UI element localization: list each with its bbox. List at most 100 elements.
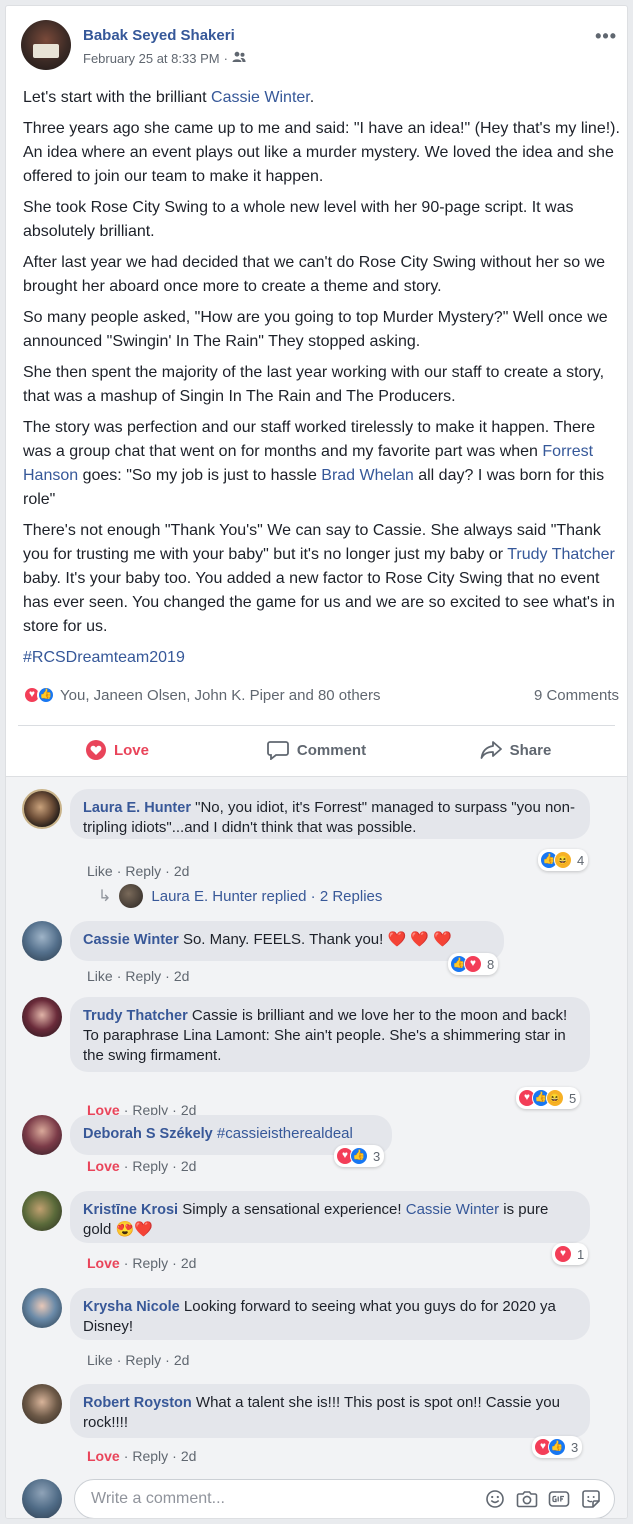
mention-cassie-winter[interactable]: Cassie Winter	[406, 1201, 499, 1218]
comment-bubble: Krysha Nicole Looking forward to seeing …	[70, 1288, 590, 1340]
commenter-name[interactable]: Laura E. Hunter	[83, 800, 191, 816]
reply-link[interactable]: Reply	[125, 863, 161, 879]
love-link[interactable]: Love	[87, 1158, 120, 1174]
comments-count[interactable]: 9 Comments	[534, 687, 619, 704]
love-icon	[85, 740, 106, 760]
avatar[interactable]	[22, 997, 62, 1037]
avatar[interactable]	[22, 921, 62, 961]
love-button[interactable]: Love	[18, 728, 217, 772]
comment-actions: Love · Reply · 2d	[87, 1255, 197, 1271]
comment-text: Simply a sensational experience!	[182, 1201, 406, 1218]
avatar[interactable]	[22, 1288, 62, 1328]
like-link[interactable]: Like	[87, 1352, 113, 1368]
reply-link[interactable]: Reply	[132, 1255, 168, 1271]
author-name[interactable]: Babak Seyed Shakeri	[83, 27, 235, 44]
post-meta: February 25 at 8:33 PM ·	[83, 51, 246, 66]
comment-reactions[interactable]: ♥ 👍 3	[532, 1436, 583, 1458]
love-link[interactable]: Love	[87, 1448, 120, 1464]
reactors-text[interactable]: You, Janeen Olsen, John K. Piper and 80 …	[60, 687, 381, 704]
commenter-name[interactable]: Deborah S Székely	[83, 1126, 213, 1142]
comment-text: So. Many. FEELS. Thank you! ❤️ ❤️ ❤️	[182, 931, 452, 948]
reaction-count: 4	[577, 852, 585, 868]
post-text: baby. It's your baby too. You added a ne…	[23, 570, 615, 635]
haha-reaction-icon: 😆	[554, 851, 572, 869]
post-text: .	[309, 89, 315, 106]
avatar	[119, 884, 144, 908]
mention-trudy-thatcher[interactable]: Trudy Thatcher	[507, 546, 615, 563]
gif-icon[interactable]	[548, 1488, 570, 1510]
like-reaction-icon: 👍	[37, 686, 55, 704]
post-timestamp[interactable]: February 25 at 8:33 PM	[83, 51, 220, 66]
more-options-icon[interactable]: •••	[595, 26, 617, 47]
mention-cassie-winter[interactable]: Cassie Winter	[211, 89, 310, 106]
comment-age[interactable]: 2d	[174, 968, 190, 984]
comment-label: Comment	[296, 741, 367, 759]
comment-button[interactable]: Comment	[217, 728, 416, 772]
reply-thread-link[interactable]: ↳ Laura E. Hunter replied · 2 Replies	[98, 884, 382, 908]
commenter-name[interactable]: Robert Royston	[83, 1395, 192, 1411]
avatar[interactable]	[22, 1191, 62, 1231]
author-avatar[interactable]	[21, 20, 71, 70]
comment-input-placeholder: Write a comment...	[91, 1490, 225, 1507]
post-body: Let's start with the brilliant Cassie Wi…	[23, 86, 623, 677]
comment-age[interactable]: 2d	[181, 1158, 197, 1174]
comment-input[interactable]: Write a comment...	[74, 1479, 615, 1518]
comment-age[interactable]: 2d	[181, 1255, 197, 1271]
comment-age[interactable]: 2d	[174, 1352, 190, 1368]
reaction-count: 3	[571, 1439, 579, 1455]
comment-age[interactable]: 2d	[181, 1448, 197, 1464]
comment-bubble: Robert Royston What a talent she is!!! T…	[70, 1384, 590, 1438]
post-paragraph: She then spent the majority of the last …	[23, 364, 605, 405]
post-card: Babak Seyed Shakeri February 25 at 8:33 …	[5, 5, 628, 1519]
post-text: The story was perfection and our staff w…	[23, 419, 596, 460]
comment-bubble: Trudy Thatcher Cassie is brilliant and w…	[70, 997, 590, 1072]
divider	[18, 725, 615, 726]
share-button[interactable]: Share	[416, 728, 615, 772]
comment-reactions[interactable]: ♥ 👍 😆 5	[516, 1087, 581, 1109]
post-header: Babak Seyed Shakeri February 25 at 8:33 …	[21, 20, 617, 70]
commenter-name[interactable]: Trudy Thatcher	[83, 1008, 188, 1024]
avatar[interactable]	[22, 789, 62, 829]
commenter-name[interactable]: Kristīne Krosi	[83, 1202, 178, 1218]
reply-link[interactable]: Reply	[132, 1448, 168, 1464]
like-reaction-icon: 👍	[548, 1438, 566, 1456]
reactions-summary: ♥ 👍 You, Janeen Olsen, John K. Piper and…	[23, 683, 619, 707]
reaction-count: 3	[373, 1148, 381, 1164]
comment-reactions[interactable]: ♥ 👍 3	[334, 1145, 385, 1167]
comment-actions: Love · Reply · 2d	[87, 1448, 197, 1464]
haha-reaction-icon: 😆	[546, 1089, 564, 1107]
sticker-icon[interactable]	[580, 1488, 602, 1510]
love-link[interactable]: Love	[87, 1255, 120, 1271]
hashtag-link[interactable]: #RCSDreamteam2019	[23, 649, 185, 666]
post-paragraph: She took Rose City Swing to a whole new …	[23, 199, 574, 240]
meta-separator: ·	[223, 51, 228, 66]
love-reaction-icon: ♥	[554, 1245, 572, 1263]
like-link[interactable]: Like	[87, 968, 113, 984]
comment-reactions[interactable]: 👍 ♥ 8	[448, 953, 499, 975]
commenter-name[interactable]: Krysha Nicole	[83, 1299, 180, 1315]
post-text: goes: "So my job is just to hassle	[78, 467, 322, 484]
emoji-icon[interactable]	[484, 1488, 506, 1510]
comments-section: Laura E. Hunter "No, you idiot, it's For…	[6, 776, 627, 1518]
post-text: Let's start with the brilliant	[23, 89, 212, 106]
like-reaction-icon: 👍	[350, 1147, 368, 1165]
mention-brad-whelan[interactable]: Brad Whelan	[321, 467, 414, 484]
comment-actions: Like · Reply · 2d	[87, 863, 190, 879]
comment-age[interactable]: 2d	[174, 863, 190, 879]
comment-reactions[interactable]: 👍 😆 4	[538, 849, 589, 871]
love-label: Love	[113, 741, 149, 759]
avatar[interactable]	[22, 1115, 62, 1155]
post-paragraph: After last year we had decided that we c…	[23, 254, 606, 295]
reaction-count: 5	[569, 1090, 577, 1106]
friends-audience-icon[interactable]	[232, 51, 246, 66]
comment-actions: Like · Reply · 2d	[87, 968, 190, 984]
reply-link[interactable]: Reply	[132, 1158, 168, 1174]
comment-reactions[interactable]: ♥ 1	[552, 1243, 589, 1265]
reply-link[interactable]: Reply	[125, 968, 161, 984]
hashtag-link[interactable]: #cassieistherealdeal	[217, 1125, 353, 1142]
like-link[interactable]: Like	[87, 863, 113, 879]
reply-link[interactable]: Reply	[125, 1352, 161, 1368]
camera-icon[interactable]	[516, 1488, 538, 1510]
avatar[interactable]	[22, 1384, 62, 1424]
commenter-name[interactable]: Cassie Winter	[83, 932, 179, 948]
